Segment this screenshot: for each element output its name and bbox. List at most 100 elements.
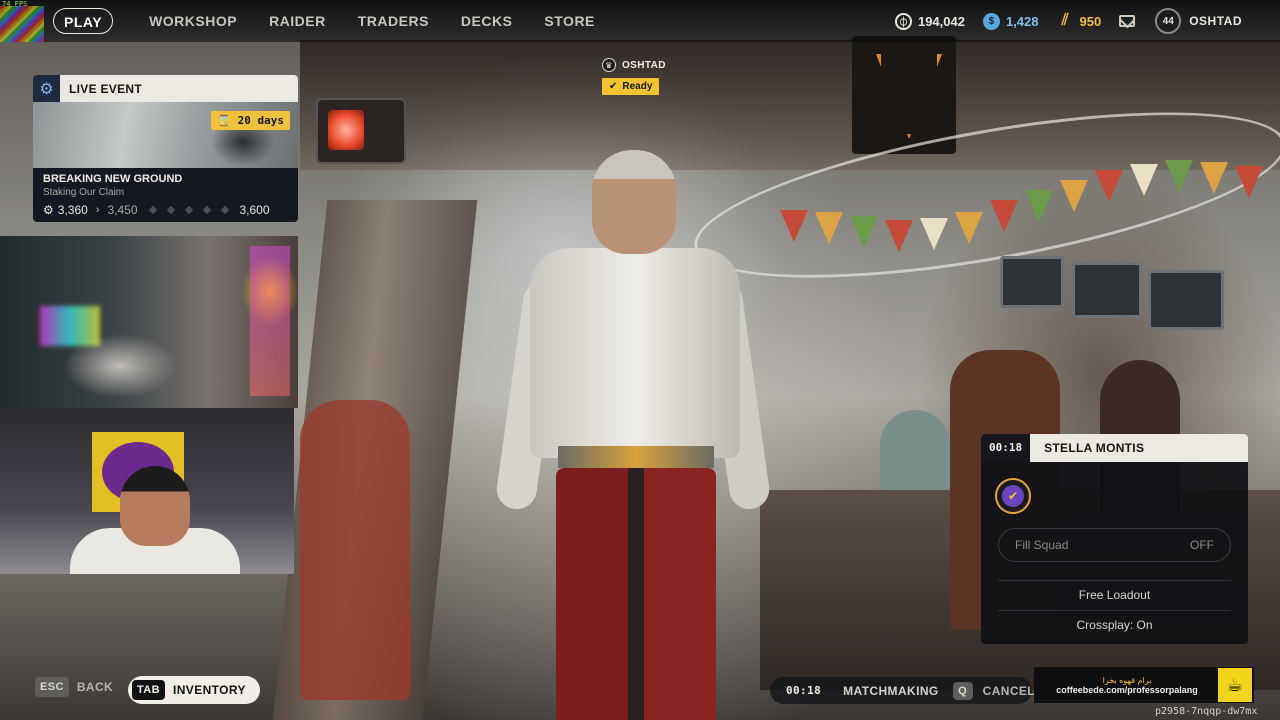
nav-workshop[interactable]: WORKSHOP	[133, 8, 253, 34]
credit-amount: 1,428	[1005, 13, 1039, 29]
event-subtitle: Staking Our Claim	[43, 187, 125, 198]
npc-figure	[880, 410, 950, 490]
donation-persian-text: برام قهوه بخرا	[1102, 675, 1152, 685]
coin-icon: ⏀	[894, 12, 912, 30]
inventory-button[interactable]: TAB INVENTORY	[128, 676, 260, 704]
free-loadout-button[interactable]: Free Loadout	[998, 580, 1231, 609]
bunting-flag	[955, 212, 983, 244]
nav-traders[interactable]: TRADERS	[342, 8, 445, 34]
bunting-flag	[990, 200, 1018, 232]
event-days-text: 20 days	[237, 114, 284, 127]
bunting-flag	[1165, 160, 1193, 192]
donation-url: coffeebede.com/professorpalang	[1056, 684, 1198, 695]
progress-step	[202, 205, 211, 215]
character-pants	[556, 468, 716, 720]
main-nav: PLAY WORKSHOP RAIDER TRADERS DECKS STORE	[53, 8, 611, 34]
credit-icon: $	[982, 12, 1000, 30]
squad-timer: 00:18	[981, 434, 1031, 462]
bunting-flag	[780, 210, 808, 242]
bunting-flag	[885, 220, 913, 252]
esc-key-hint: ESC	[35, 677, 69, 697]
event-current-value: 3,360	[57, 203, 88, 217]
nav-store[interactable]: STORE	[528, 8, 610, 34]
squad-leader-name: STELLA MONTIS	[1044, 441, 1145, 455]
currency-bar: ⏀ 194,042 $ 1,428 ⫽ 950 44 OSHTAD	[894, 0, 1280, 42]
live-event-card[interactable]: ⚙ LIVE EVENT ⌛ 20 days BREAKING NEW GROU…	[33, 75, 298, 222]
tv-monitor	[1072, 262, 1142, 318]
progress-step	[148, 205, 157, 215]
progress-step	[184, 205, 193, 215]
matchmaking-timer: 00:18	[786, 684, 822, 697]
bunting-flag	[1200, 162, 1228, 194]
raider-token-balance[interactable]: ⫽ 950	[1057, 12, 1102, 30]
matchmaking-bar: 00:18 MATCHMAKING Q CANCEL	[770, 677, 1035, 704]
red-warning-light	[316, 98, 406, 164]
event-next-value: 3,450	[107, 203, 138, 217]
fill-squad-label: Fill Squad	[1015, 538, 1069, 552]
bunting-flag	[1130, 164, 1158, 196]
crossplay-toggle[interactable]: Crossplay: On	[998, 610, 1231, 639]
gear-icon: ⚙	[33, 75, 60, 102]
matchmaking-label: MATCHMAKING	[843, 683, 939, 698]
character-belt	[558, 446, 714, 468]
fill-squad-toggle[interactable]: Fill Squad OFF	[998, 528, 1231, 562]
coin-balance[interactable]: ⏀ 194,042	[894, 12, 965, 30]
lobby-player-name: ♛ OSHTAD	[602, 58, 666, 72]
bunting-flag	[850, 216, 878, 248]
cancel-matchmaking-button[interactable]: CANCEL	[983, 684, 1035, 698]
donation-banner[interactable]: برام قهوه بخرا coffeebede.com/professorp…	[1034, 667, 1254, 703]
rgb-light-strip	[0, 6, 44, 42]
tv-monitor	[1000, 256, 1064, 308]
live-event-header: ⚙ LIVE EVENT	[33, 75, 298, 102]
squad-header: 00:18 STELLA MONTIS	[981, 434, 1248, 462]
mail-icon[interactable]	[1119, 15, 1136, 27]
overhead-webcam-feed	[0, 236, 298, 408]
nav-decks[interactable]: DECKS	[445, 8, 529, 34]
bunting-flag	[1025, 190, 1053, 222]
coffee-cup-icon: ☕	[1218, 668, 1252, 702]
hanging-arrow-sign	[852, 36, 956, 154]
back-button[interactable]: ESC BACK	[35, 677, 113, 697]
player-character	[494, 150, 772, 720]
bunting-flag	[1060, 180, 1088, 212]
inventory-label: INVENTORY	[173, 683, 246, 697]
streamer-head	[120, 466, 190, 546]
rank-badge-icon: ✔	[1002, 485, 1024, 507]
player-level-badge[interactable]: 44	[1155, 8, 1182, 34]
squad-member-avatar[interactable]: ✔	[995, 478, 1031, 514]
chevron-right-icon: ›	[95, 204, 100, 216]
event-days-remaining: ⌛ 20 days	[211, 111, 290, 130]
credit-balance[interactable]: $ 1,428	[982, 12, 1039, 30]
lobby-player-tag: ♛ OSHTAD ✔ Ready	[602, 58, 666, 95]
fill-squad-value: OFF	[1190, 538, 1214, 552]
live-event-image: ⌛ 20 days	[33, 102, 298, 168]
bunting-flag	[1095, 170, 1123, 202]
event-progress: ⚙ 3,360 › 3,450 3,600	[43, 203, 298, 217]
squad-panel: 00:18 STELLA MONTIS ✔ Fill Squad OFF Fre…	[981, 434, 1248, 644]
checkmark-icon: ✔	[609, 81, 618, 92]
streamer-webcam-feed	[0, 408, 294, 574]
ready-text: Ready	[622, 81, 653, 92]
character-head	[592, 150, 676, 254]
progress-gear-icon: ⚙	[43, 203, 54, 217]
lobby-name-text: OSHTAD	[622, 59, 666, 71]
player-name[interactable]: OSHTAD	[1189, 14, 1242, 28]
nav-raider[interactable]: RAIDER	[253, 8, 342, 34]
session-id: p2958-7nqqp-dw7mx	[1155, 706, 1258, 717]
bunting-flag	[815, 212, 843, 244]
event-name: BREAKING NEW GROUND	[43, 173, 183, 185]
donation-text: برام قهوه بخرا coffeebede.com/professorp…	[1042, 676, 1212, 695]
nav-play[interactable]: PLAY	[53, 8, 114, 34]
event-max-value: 3,600	[239, 203, 270, 217]
bunting-flag	[920, 218, 948, 250]
tv-monitor	[1148, 270, 1224, 330]
raider-token-icon: ⫽	[1061, 12, 1069, 29]
character-jacket	[530, 248, 740, 458]
raider-token-amount: 950	[1079, 13, 1102, 29]
coin-amount: 194,042	[917, 13, 965, 29]
q-key-hint: Q	[952, 681, 973, 700]
live-event-title: LIVE EVENT	[69, 81, 143, 96]
npc-figure	[300, 400, 410, 700]
progress-step	[166, 205, 175, 215]
top-navigation-bar: 74 FPS PLAY WORKSHOP RAIDER TRADERS DECK…	[0, 0, 1280, 42]
